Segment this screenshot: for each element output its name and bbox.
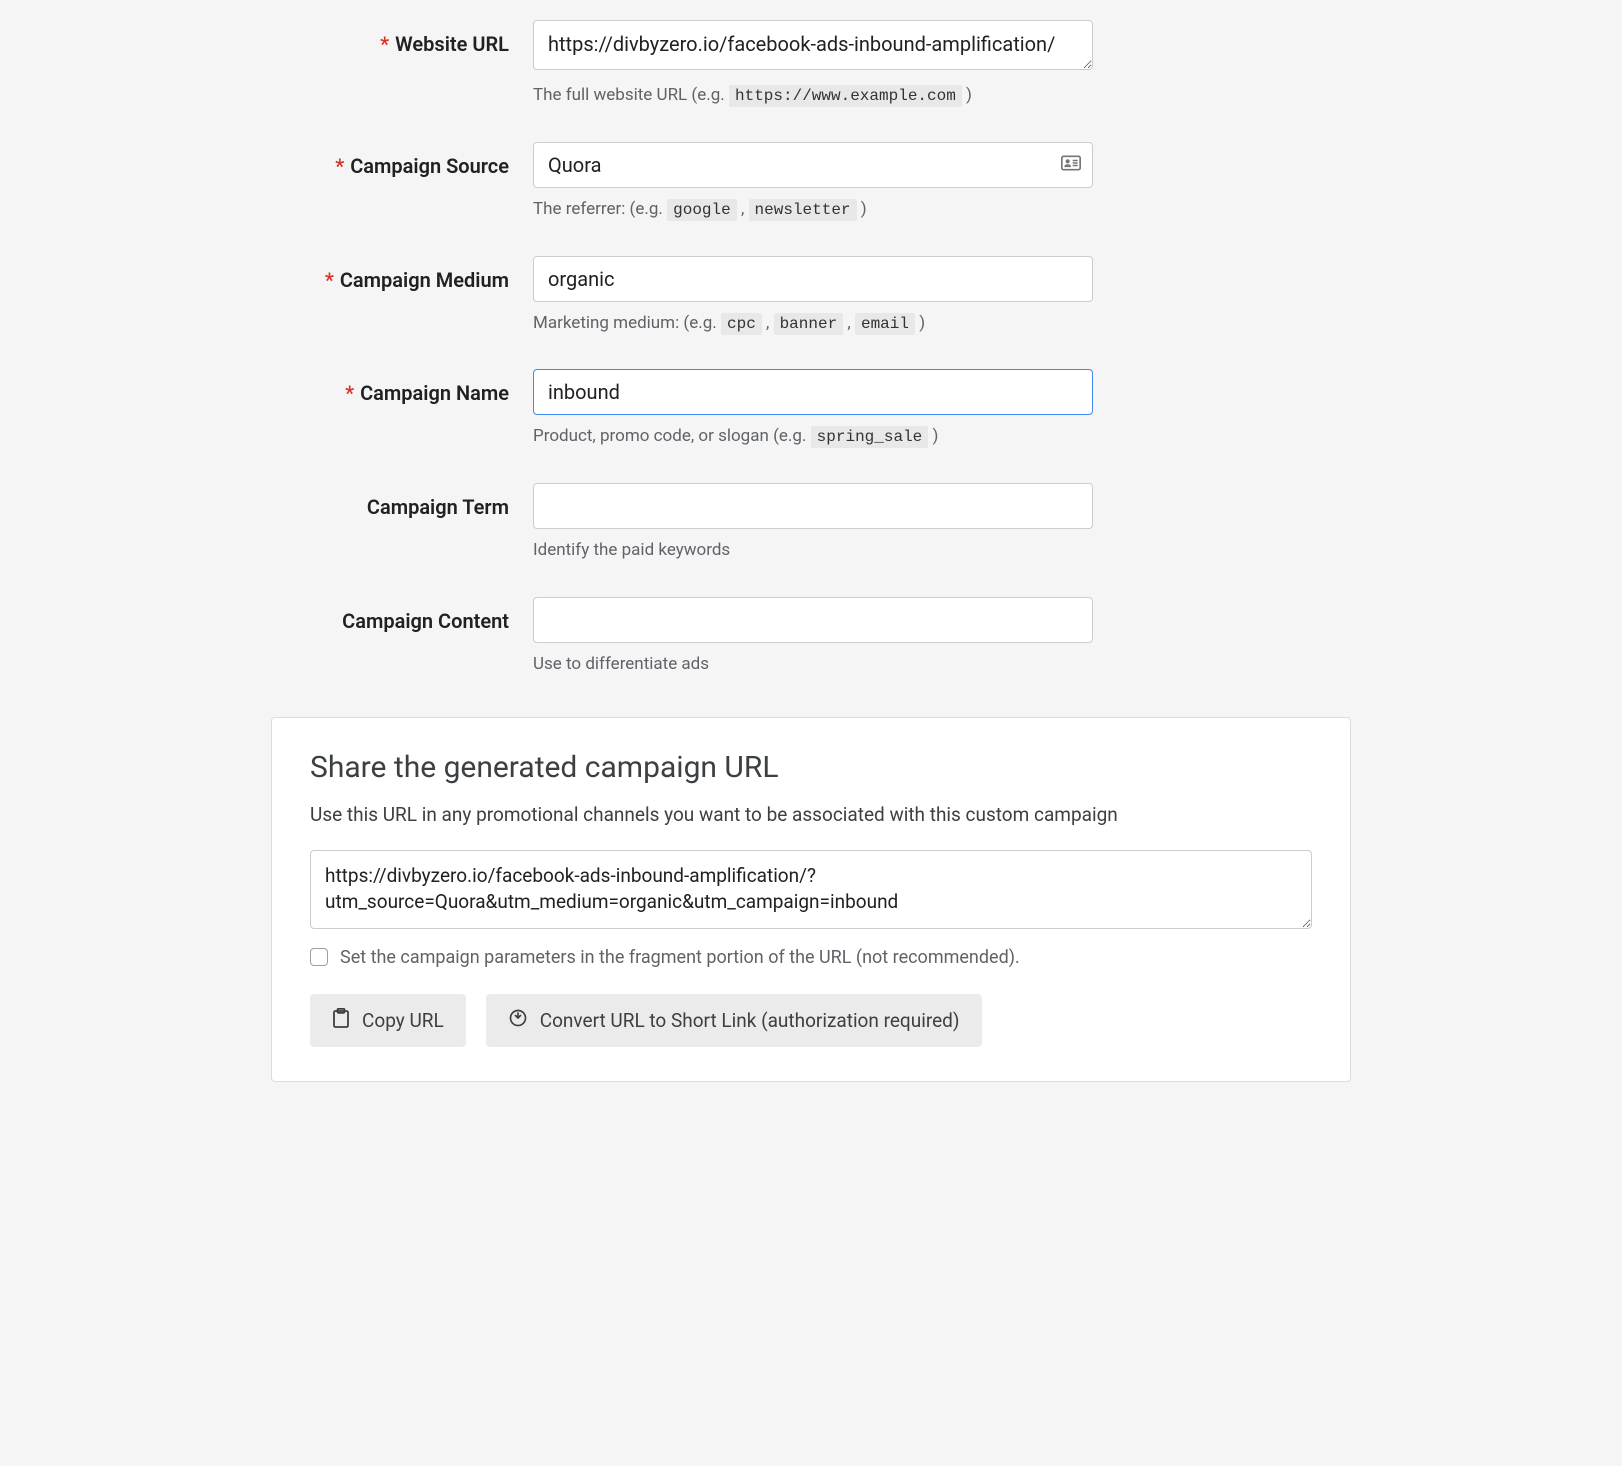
- label-campaign-source: *Campaign Source: [271, 142, 533, 178]
- label-campaign-medium: *Campaign Medium: [271, 256, 533, 292]
- input-col-campaign-medium: Marketing medium: (e.g. cpc , banner , e…: [533, 256, 1093, 336]
- input-col-campaign-term: Identify the paid keywords: [533, 483, 1093, 563]
- shorten-url-label: Convert URL to Short Link (authorization…: [540, 1009, 960, 1032]
- code-example: banner: [774, 313, 844, 335]
- input-col-website-url: https://divbyzero.io/facebook-ads-inboun…: [533, 20, 1093, 108]
- campaign-medium-input[interactable]: [533, 256, 1093, 302]
- code-example: cpc: [721, 313, 762, 335]
- link-convert-icon: [508, 1008, 528, 1033]
- website-url-input[interactable]: https://divbyzero.io/facebook-ads-inboun…: [533, 20, 1093, 70]
- row-campaign-name: *Campaign Name Product, promo code, or s…: [271, 369, 1351, 449]
- fragment-checkbox[interactable]: [310, 948, 328, 966]
- campaign-term-input[interactable]: [533, 483, 1093, 529]
- shorten-url-button[interactable]: Convert URL to Short Link (authorization…: [486, 994, 982, 1047]
- code-example: newsletter: [749, 199, 857, 221]
- share-subtitle: Use this URL in any promotional channels…: [310, 803, 1312, 826]
- label-text: Campaign Medium: [340, 268, 509, 292]
- label-campaign-term: Campaign Term: [271, 483, 533, 519]
- required-asterisk: *: [335, 154, 344, 178]
- row-campaign-content: Campaign Content Use to differentiate ad…: [271, 597, 1351, 677]
- help-campaign-name: Product, promo code, or slogan (e.g. spr…: [533, 425, 1093, 449]
- required-asterisk: *: [345, 381, 354, 405]
- label-text: Campaign Content: [342, 609, 509, 633]
- label-text: Campaign Source: [350, 154, 509, 178]
- input-col-campaign-content: Use to differentiate ads: [533, 597, 1093, 677]
- label-campaign-name: *Campaign Name: [271, 369, 533, 405]
- code-example: email: [855, 313, 915, 335]
- row-campaign-term: Campaign Term Identify the paid keywords: [271, 483, 1351, 563]
- share-title: Share the generated campaign URL: [310, 750, 1312, 785]
- clipboard-icon: [332, 1008, 350, 1033]
- contact-card-icon: [1061, 155, 1081, 175]
- campaign-url-builder: *Website URL https://divbyzero.io/facebo…: [271, 20, 1351, 1082]
- help-campaign-medium: Marketing medium: (e.g. cpc , banner , e…: [533, 312, 1093, 336]
- share-panel: Share the generated campaign URL Use thi…: [271, 717, 1351, 1082]
- help-website-url: The full website URL (e.g. https://www.e…: [533, 84, 1093, 108]
- label-website-url: *Website URL: [271, 20, 533, 56]
- code-example: google: [667, 199, 737, 221]
- code-example: https://www.example.com: [729, 85, 962, 107]
- fragment-checkbox-label: Set the campaign parameters in the fragm…: [340, 947, 1020, 968]
- input-col-campaign-source: The referrer: (e.g. google , newsletter …: [533, 142, 1093, 222]
- label-text: Website URL: [395, 32, 509, 56]
- help-campaign-source: The referrer: (e.g. google , newsletter …: [533, 198, 1093, 222]
- fragment-checkbox-row[interactable]: Set the campaign parameters in the fragm…: [310, 947, 1312, 968]
- button-row: Copy URL Convert URL to Short Link (auth…: [310, 994, 1312, 1047]
- help-campaign-content: Use to differentiate ads: [533, 653, 1093, 677]
- required-asterisk: *: [380, 32, 389, 56]
- row-campaign-source: *Campaign Source The referrer: (e.: [271, 142, 1351, 222]
- copy-url-button[interactable]: Copy URL: [310, 994, 466, 1047]
- help-campaign-term: Identify the paid keywords: [533, 539, 1093, 563]
- row-website-url: *Website URL https://divbyzero.io/facebo…: [271, 20, 1351, 108]
- copy-url-label: Copy URL: [362, 1009, 444, 1032]
- campaign-name-input[interactable]: [533, 369, 1093, 415]
- generated-url-output[interactable]: https://divbyzero.io/facebook-ads-inboun…: [310, 850, 1312, 929]
- row-campaign-medium: *Campaign Medium Marketing medium: (e.g.…: [271, 256, 1351, 336]
- label-text: Campaign Name: [360, 381, 509, 405]
- input-col-campaign-name: Product, promo code, or slogan (e.g. spr…: [533, 369, 1093, 449]
- required-asterisk: *: [325, 268, 334, 292]
- label-text: Campaign Term: [367, 495, 509, 519]
- campaign-content-input[interactable]: [533, 597, 1093, 643]
- campaign-source-input[interactable]: [533, 142, 1093, 188]
- code-example: spring_sale: [811, 426, 929, 448]
- label-campaign-content: Campaign Content: [271, 597, 533, 633]
